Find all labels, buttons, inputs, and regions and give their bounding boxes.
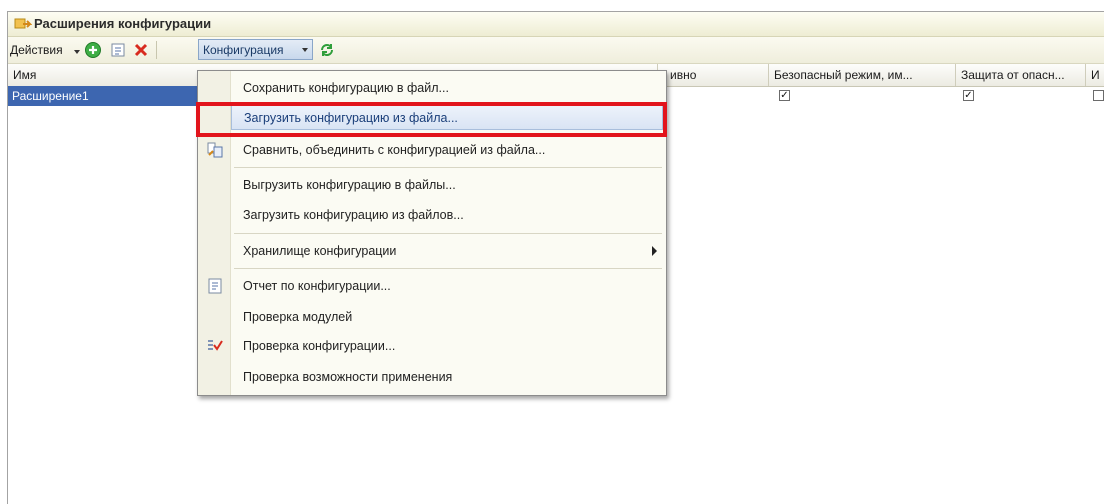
- extensions-icon: [14, 18, 32, 29]
- row-name-cell[interactable]: Расширение1: [8, 86, 200, 106]
- configuration-dropdown-menu: Сохранить конфигурацию в файл... Загрузи…: [197, 70, 667, 396]
- compare-merge-icon: [207, 142, 223, 158]
- menu-item-compare-merge[interactable]: Сравнить, объединить с конфигурацией из …: [231, 137, 663, 163]
- menu-item-repository[interactable]: Хранилище конфигурации: [231, 238, 663, 264]
- menu-item-load-from-file[interactable]: Загрузить конфигурацию из файла...: [231, 104, 663, 130]
- menu-item-check-modules[interactable]: Проверка модулей: [231, 304, 663, 330]
- column-header-safe-mode[interactable]: Безопасный режим, им...: [769, 64, 956, 86]
- menu-item-config-report[interactable]: Отчет по конфигурации...: [231, 273, 663, 299]
- configuration-menu-label: Конфигурация: [203, 43, 284, 57]
- toolbar-separator: [156, 41, 157, 59]
- properties-icon[interactable]: [109, 41, 127, 59]
- report-icon: [208, 278, 222, 294]
- check-config-icon: [208, 340, 223, 351]
- actions-menu-button[interactable]: Действия: [10, 43, 63, 57]
- menu-item-save-to-file[interactable]: Сохранить конфигурацию в файл...: [231, 75, 663, 101]
- row-name: Расширение1: [12, 89, 89, 103]
- protection-checkbox[interactable]: ✓: [963, 90, 974, 101]
- menu-separator: [234, 233, 662, 234]
- add-icon[interactable]: [84, 41, 102, 59]
- column-header-protection[interactable]: Защита от опасн...: [956, 64, 1086, 86]
- configuration-menu-button[interactable]: Конфигурация: [198, 39, 313, 60]
- menu-item-check-config[interactable]: Проверка конфигурации...: [231, 333, 663, 359]
- menu-separator: [234, 268, 662, 269]
- submenu-arrow-icon: [652, 246, 657, 256]
- window-title: Расширения конфигурации: [34, 16, 212, 31]
- menu-separator: [234, 167, 662, 168]
- actions-dropdown-arrow-icon[interactable]: [74, 50, 80, 54]
- menu-item-check-applicability[interactable]: Проверка возможности применения: [231, 364, 663, 390]
- refresh-icon[interactable]: [318, 41, 336, 59]
- column-header-more[interactable]: И: [1086, 64, 1104, 86]
- toolbar: Действия Конфигурация: [8, 37, 1104, 64]
- menu-item-dump-to-files[interactable]: Выгрузить конфигурацию в файлы...: [231, 172, 663, 198]
- extra-checkbox[interactable]: [1093, 90, 1104, 101]
- safe-mode-checkbox[interactable]: ✓: [779, 90, 790, 101]
- title-bar: Расширения конфигурации: [8, 12, 1104, 37]
- configuration-dropdown-arrow-icon: [302, 48, 308, 52]
- delete-icon[interactable]: [132, 41, 150, 59]
- menu-item-load-from-files[interactable]: Загрузить конфигурацию из файлов...: [231, 202, 663, 228]
- column-header-active[interactable]: ивно: [658, 64, 769, 86]
